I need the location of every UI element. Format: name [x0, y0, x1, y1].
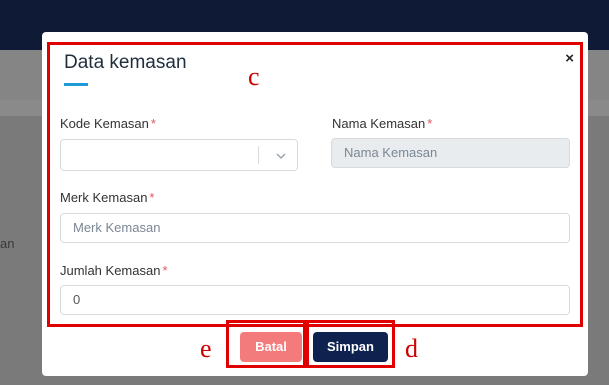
annotation-label-d: d — [405, 334, 418, 363]
background-side-text: an — [0, 236, 15, 251]
annotation-save-box — [306, 320, 395, 368]
annotation-label-c: c — [248, 62, 260, 91]
annotation-label-e: e — [200, 334, 212, 363]
annotation-cancel-box — [226, 320, 306, 368]
annotation-form-box — [47, 42, 583, 327]
